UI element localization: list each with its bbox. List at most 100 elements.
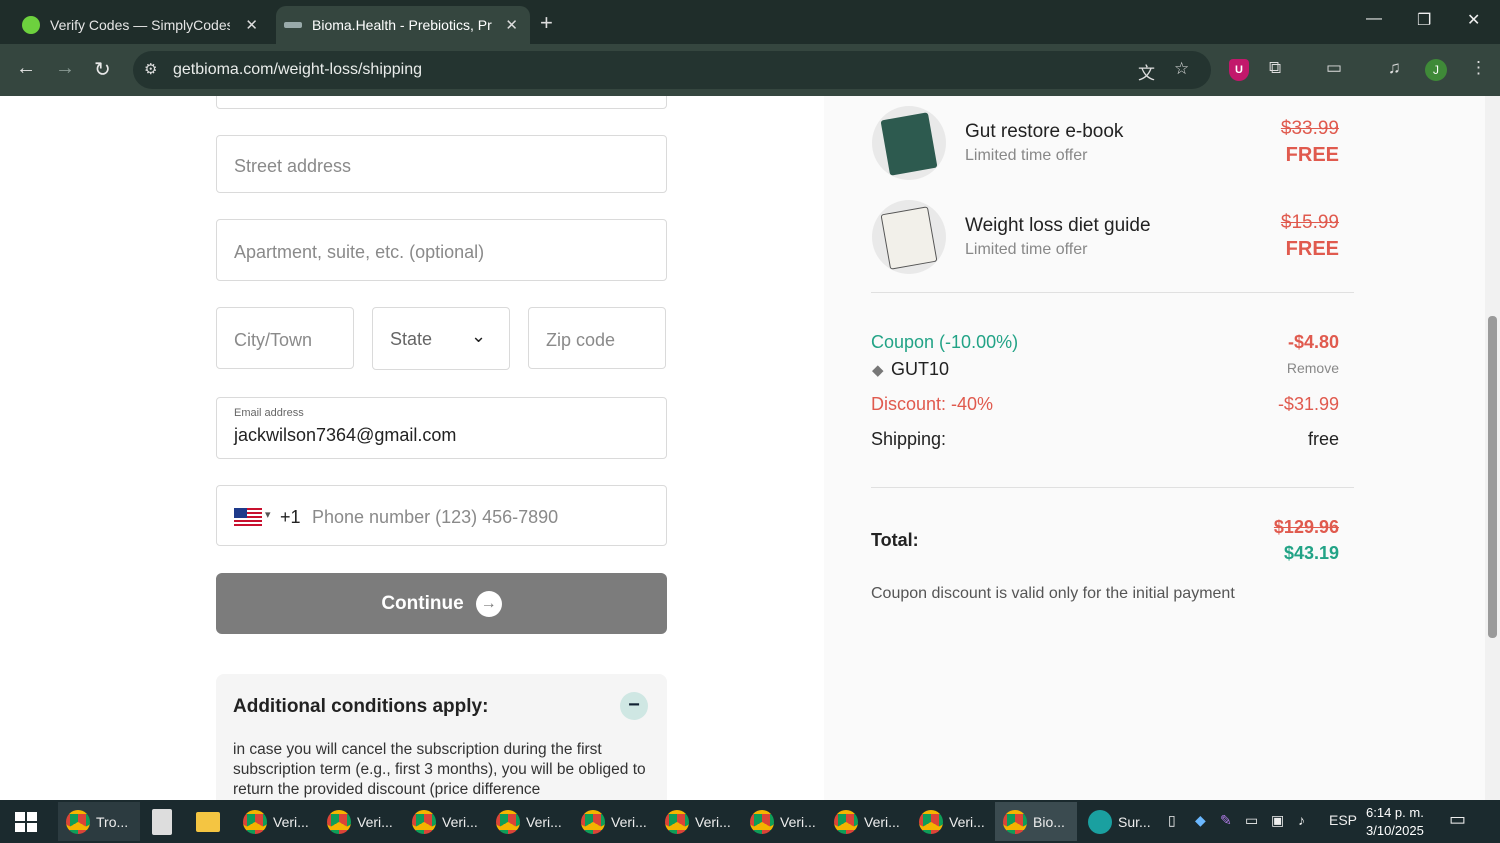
bookmark-star-icon[interactable]: ☆ — [1174, 59, 1189, 79]
taskbar-item-active[interactable]: Bio... — [995, 802, 1077, 841]
windows-taskbar: Tro... Veri... Veri... Veri... Veri... V… — [0, 800, 1500, 843]
item-name: Gut restore e-book — [965, 121, 1124, 142]
taskbar-item[interactable]: Veri... — [404, 802, 486, 841]
tray-network-icon[interactable]: ▣ — [1271, 812, 1284, 829]
conditions-text: in case you will cancel the subscription… — [233, 741, 646, 798]
windows-start-icon[interactable] — [15, 812, 37, 832]
site-info-icon[interactable]: ⚙ — [144, 60, 157, 78]
state-label: State — [390, 329, 433, 349]
clock-time: 6:14 p. m. — [1366, 805, 1424, 820]
coupon-label: Coupon (-10.00%) — [871, 332, 1019, 352]
taskbar-label: Veri... — [442, 813, 478, 830]
coupon-note: Coupon discount is valid only for the in… — [871, 585, 1235, 602]
forward-icon[interactable]: → — [55, 57, 75, 80]
language-indicator[interactable]: ESP — [1329, 812, 1357, 828]
arrow-right-icon: → — [475, 590, 502, 617]
shipping-label: Shipping: — [871, 429, 947, 449]
taskbar-item[interactable]: Veri... — [319, 802, 401, 841]
street-address-field[interactable]: Street address — [216, 135, 667, 193]
taskbar-item[interactable]: Veri... — [911, 802, 993, 841]
surfshark-icon — [1088, 809, 1112, 834]
taskbar-item[interactable]: Veri... — [826, 802, 908, 841]
tray-pen-icon[interactable]: ✎ — [1220, 812, 1232, 829]
summary-divider — [871, 292, 1354, 293]
tab-title: Bioma.Health - Prebiotics, Probiotics — [312, 17, 492, 33]
menu-icon[interactable]: ⋮ — [1470, 58, 1487, 78]
taskbar-label: Veri... — [695, 813, 731, 830]
tray-app-icon[interactable]: ◆ — [1195, 812, 1206, 829]
apartment-placeholder: Apartment, suite, etc. (optional) — [234, 242, 485, 262]
taskbar-item[interactable]: Veri... — [488, 802, 570, 841]
system-clock[interactable]: 6:14 p. m. 3/10/2025 — [1366, 804, 1424, 840]
tray-battery-icon[interactable]: ▭ — [1245, 812, 1258, 829]
taskbar-label: Veri... — [611, 813, 647, 830]
cast-icon[interactable]: ▭ — [1326, 58, 1342, 78]
taskbar-item[interactable]: Veri... — [235, 802, 317, 841]
city-field[interactable]: City/Town — [216, 307, 354, 369]
tab-simplycodes[interactable]: Verify Codes — SimplyCodes ✕ — [8, 6, 270, 44]
notifications-icon[interactable]: ▭ — [1449, 809, 1466, 830]
taskbar-label: Veri... — [526, 813, 562, 830]
coupon-amount: -$4.80 — [1287, 332, 1339, 352]
taskbar-item[interactable]: Veri... — [573, 802, 655, 841]
taskbar-label: Veri... — [780, 813, 816, 830]
zip-code-field[interactable]: Zip code — [528, 307, 666, 369]
back-icon[interactable]: ← — [16, 57, 36, 80]
tab-bioma[interactable]: Bioma.Health - Prebiotics, Probiotics ✕ — [276, 6, 530, 44]
email-label: Email address — [234, 407, 304, 419]
chrome-icon — [750, 809, 774, 834]
remove-coupon-link[interactable]: Remove — [1287, 360, 1339, 376]
file-explorer-icon[interactable] — [196, 812, 220, 832]
reload-icon[interactable]: ↻ — [94, 57, 111, 82]
close-window-icon[interactable]: ✕ — [1467, 10, 1480, 30]
summary-divider — [871, 487, 1354, 488]
shipping-value: free — [1307, 429, 1339, 449]
phone-field[interactable]: ▾ +1 Phone number (123) 456-7890 — [216, 485, 667, 546]
tab-title: Verify Codes — SimplyCodes — [50, 17, 230, 33]
us-flag-icon[interactable] — [234, 508, 262, 526]
continue-label: Continue — [381, 592, 464, 614]
state-select[interactable]: State ⌄ — [372, 307, 510, 370]
tab-strip: Verify Codes — SimplyCodes ✕ Bioma.Healt… — [0, 0, 1500, 44]
close-tab-icon[interactable]: ✕ — [245, 16, 258, 34]
profile-avatar[interactable]: J — [1425, 59, 1447, 81]
collapse-minus-icon[interactable]: − — [620, 692, 648, 720]
item-subtitle: Limited time offer — [965, 241, 1088, 258]
restore-icon[interactable]: ❐ — [1417, 10, 1431, 30]
taskbar-item[interactable]: Veri... — [742, 802, 824, 841]
address-bar[interactable]: ⚙ getbioma.com/weight-loss/shipping 文 ☆ — [133, 51, 1211, 89]
gut-restore-ebook-image — [872, 106, 946, 180]
country-dropdown-icon[interactable]: ▾ — [265, 508, 271, 521]
tray-volume-icon[interactable]: ♪ — [1298, 812, 1305, 828]
checkout-page: Street address Apartment, suite, etc. (o… — [0, 96, 1485, 800]
chrome-icon — [496, 809, 520, 834]
email-field[interactable]: Email address jackwilson7364@gmail.com — [216, 397, 667, 459]
media-control-icon[interactable]: ♫ — [1388, 58, 1401, 78]
taskbar-item[interactable]: Veri... — [657, 802, 739, 841]
taskbar-item[interactable]: Tro... — [58, 802, 140, 841]
item-price: FREE — [1285, 144, 1339, 166]
calculator-icon[interactable] — [152, 809, 172, 835]
taskbar-label: Veri... — [357, 813, 393, 830]
continue-button[interactable]: Continue → — [216, 573, 667, 634]
tray-usb-icon[interactable]: ▯ — [1168, 812, 1176, 829]
minimize-icon[interactable]: — — [1366, 10, 1382, 28]
taskbar-label: Tro... — [96, 813, 129, 830]
translate-icon[interactable]: 文 — [1138, 59, 1155, 84]
discount-label: Discount: -40% — [871, 394, 994, 414]
scrollbar-thumb[interactable] — [1488, 316, 1497, 638]
bioma-favicon-icon — [284, 22, 302, 28]
coupon-code: GUT10 — [891, 359, 950, 379]
browser-toolbar: ← → ↻ ⚙ getbioma.com/weight-loss/shippin… — [0, 44, 1500, 96]
previous-field[interactable] — [216, 96, 667, 109]
taskbar-item[interactable]: Sur... — [1080, 802, 1162, 841]
simplycodes-favicon-icon — [22, 16, 40, 34]
apartment-field[interactable]: Apartment, suite, etc. (optional) — [216, 219, 667, 281]
item-old-price: $33.99 — [1280, 118, 1339, 139]
extensions-icon[interactable]: ⧉ — [1269, 58, 1281, 78]
ublock-extension-icon[interactable]: U — [1229, 59, 1249, 81]
close-tab-icon[interactable]: ✕ — [505, 16, 518, 34]
new-tab-icon[interactable]: + — [540, 10, 553, 36]
total-label: Total: — [871, 530, 919, 550]
url-text[interactable]: getbioma.com/weight-loss/shipping — [173, 61, 422, 79]
